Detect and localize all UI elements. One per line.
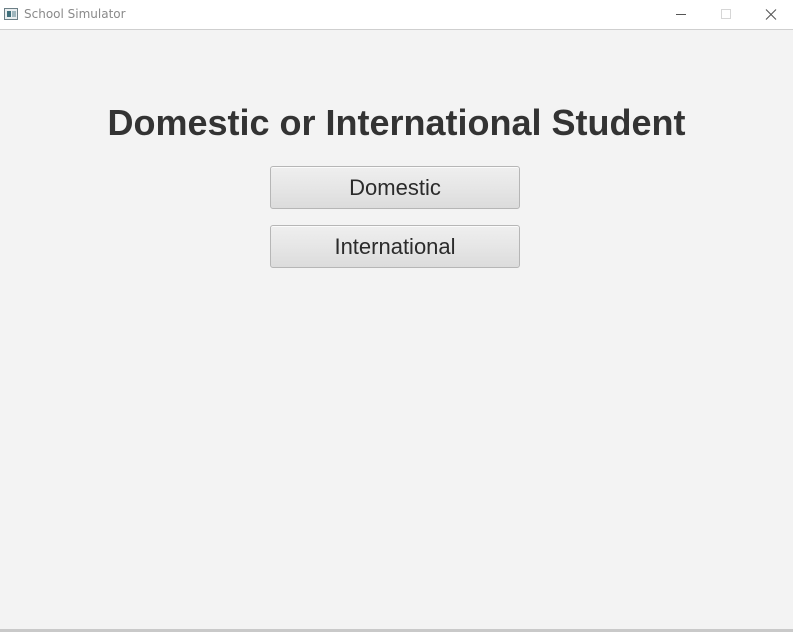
domestic-button[interactable]: Domestic (270, 166, 520, 209)
maximize-button[interactable] (703, 0, 749, 29)
minimize-icon (676, 14, 686, 15)
app-window: School Simulator Domestic or Internation… (0, 0, 793, 632)
international-button[interactable]: International (270, 225, 520, 268)
minimize-button[interactable] (658, 0, 704, 29)
page-title: Domestic or International Student (107, 102, 686, 143)
title-bar[interactable]: School Simulator (0, 0, 793, 30)
close-icon (765, 9, 777, 20)
close-button[interactable] (748, 0, 793, 29)
window-title: School Simulator (24, 7, 126, 21)
app-window-icon (4, 8, 18, 20)
main-content: Domestic or International Student Domest… (0, 31, 793, 629)
maximize-icon (721, 9, 731, 19)
